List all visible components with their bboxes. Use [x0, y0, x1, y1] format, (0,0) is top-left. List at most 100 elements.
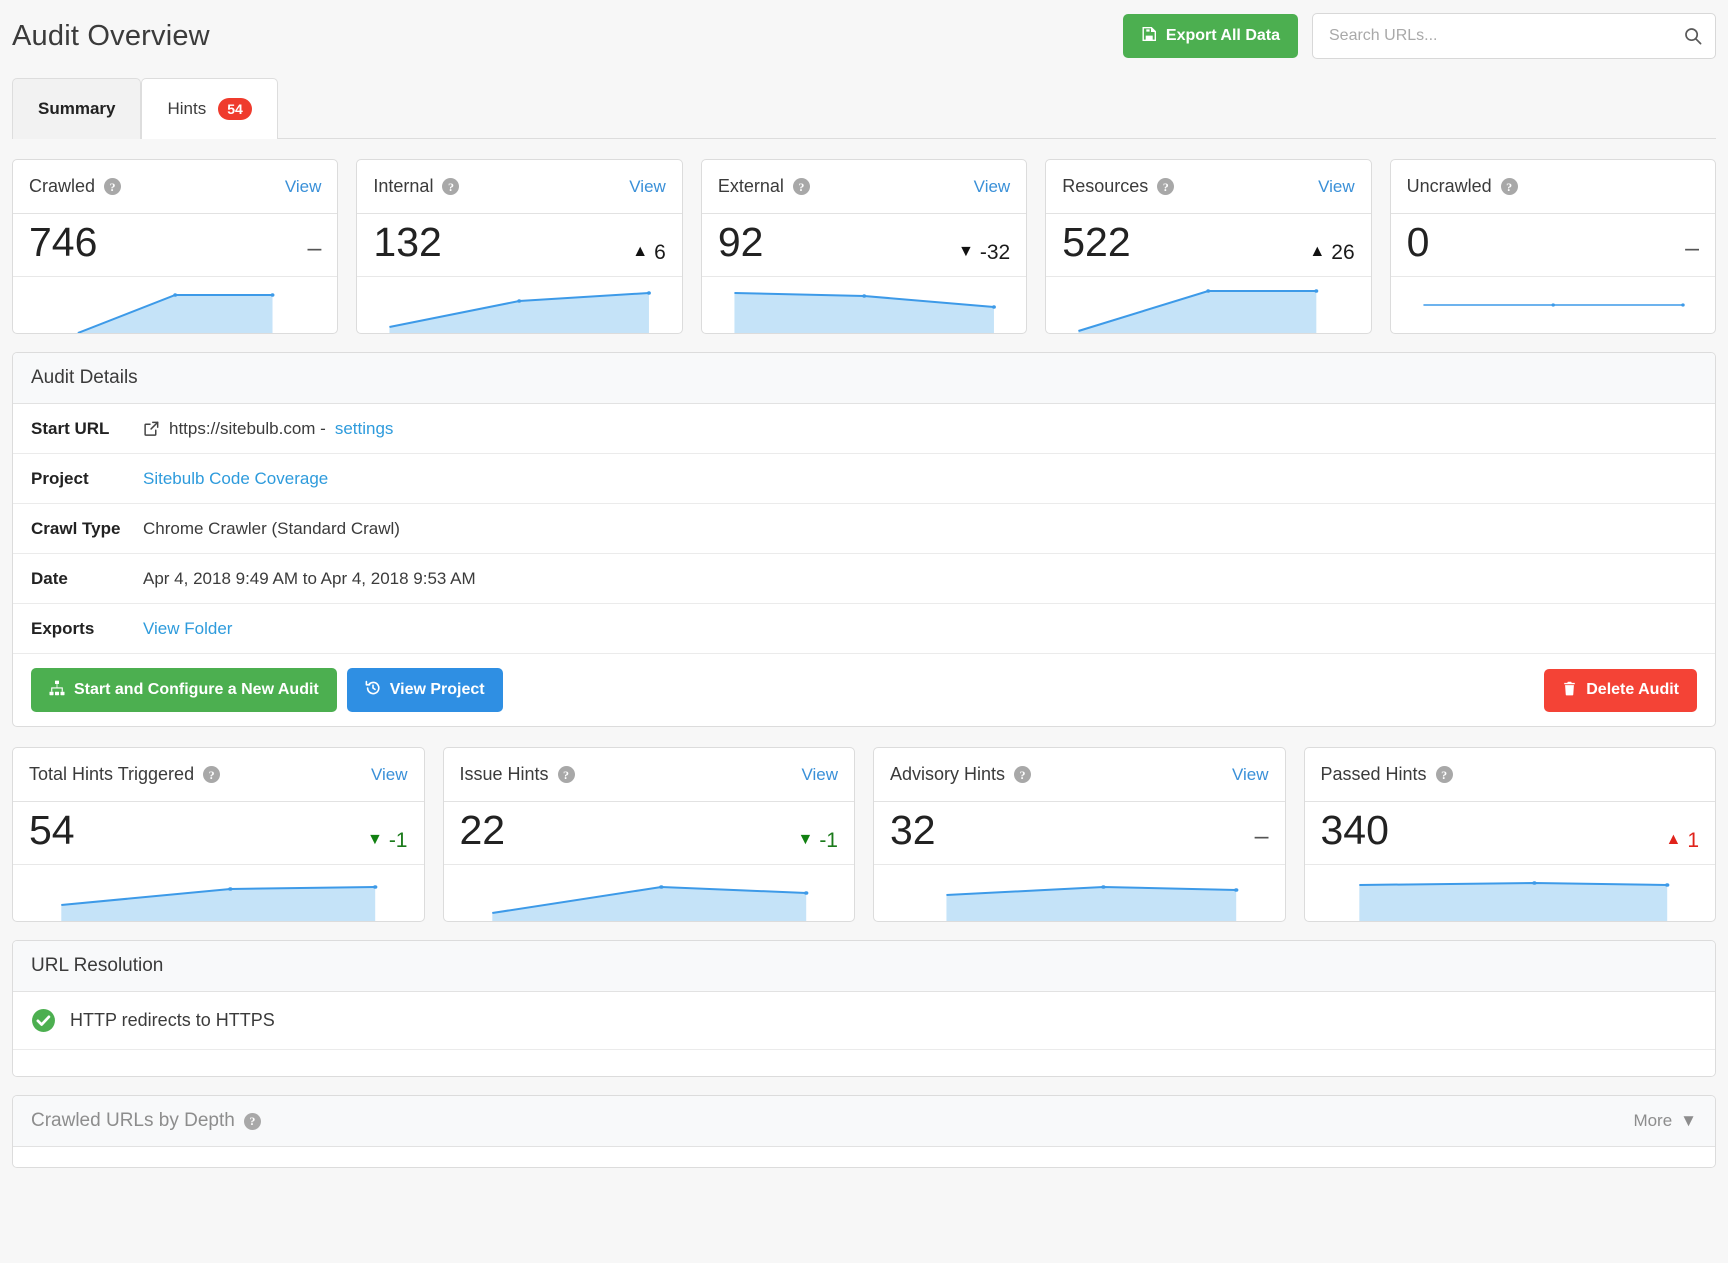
card-header: Crawled ? View: [13, 160, 337, 214]
metric-card-uncrawled-delta: –: [1685, 236, 1699, 261]
export-all-data-label: Export All Data: [1166, 28, 1280, 44]
hint-card-advisory-value: 32: [890, 808, 936, 853]
card-header: Issue Hints ? View: [444, 748, 855, 802]
search-container: [1312, 13, 1716, 59]
url-resolution-panel: URL Resolution HTTP redirects to HTTPS: [12, 940, 1716, 1077]
card-value: 0 –: [1391, 214, 1715, 277]
audit-overview-page: Audit Overview Export All Data: [0, 0, 1728, 1263]
hint-card-passed-title: Passed Hints: [1321, 764, 1427, 785]
hint-card-total-value: 54: [29, 808, 75, 853]
view-link-crawled[interactable]: View: [285, 177, 322, 197]
metric-card-internal-value: 132: [373, 220, 441, 265]
card-header: Total Hints Triggered ? View: [13, 748, 424, 802]
url-resolution-status-text: HTTP redirects to HTTPS: [70, 1010, 275, 1031]
url-resolution-filler: [13, 1050, 1715, 1076]
view-folder-link[interactable]: View Folder: [143, 619, 232, 639]
help-icon[interactable]: ?: [1436, 766, 1453, 783]
help-icon[interactable]: ?: [104, 178, 121, 195]
crawled-urls-by-depth-body: [13, 1147, 1715, 1167]
metric-card-external-value: 92: [718, 220, 764, 265]
help-icon[interactable]: ?: [203, 766, 220, 783]
url-resolution-title: URL Resolution: [31, 955, 163, 977]
hints-badge: 54: [218, 98, 252, 120]
delta-value: 26: [1331, 242, 1354, 263]
audit-details-header: Audit Details: [13, 353, 1715, 404]
help-icon[interactable]: ?: [1014, 766, 1031, 783]
metric-card-uncrawled: Uncrawled ? 0 –: [1390, 159, 1716, 334]
help-icon[interactable]: ?: [558, 766, 575, 783]
top-bar: Audit Overview Export All Data: [0, 0, 1728, 62]
delta-value: -1: [819, 830, 838, 851]
tab-hints-label: Hints: [167, 99, 206, 119]
save-icon: [1141, 26, 1157, 46]
crawled-urls-by-depth-panel: Crawled URLs by Depth ? More ▼: [12, 1095, 1716, 1168]
metric-card-internal-delta: ▲ 6: [632, 242, 666, 263]
detail-label: Exports: [31, 619, 143, 639]
metric-card-resources: Resources ? View 522 ▲ 26: [1045, 159, 1371, 334]
sparkline-uncrawled: [1391, 277, 1715, 333]
card-header: Uncrawled ?: [1391, 160, 1715, 214]
detail-row-exports: Exports View Folder: [13, 604, 1715, 654]
metric-card-internal-title: Internal: [373, 176, 433, 197]
hint-card-total-hints-triggered: Total Hints Triggered ? View 54 ▼ -1: [12, 747, 425, 922]
check-circle-icon: [31, 1008, 56, 1033]
delta-value: 1: [1687, 830, 1699, 851]
search-icon[interactable]: [1684, 27, 1702, 45]
search-input[interactable]: [1312, 13, 1716, 59]
tab-bar: Summary Hints 54: [12, 78, 1716, 139]
triangle-down-icon: ▼: [958, 244, 974, 260]
sparkline-crawled: [13, 277, 337, 333]
detail-label: Project: [31, 469, 143, 489]
card-header: Advisory Hints ? View: [874, 748, 1285, 802]
hint-card-passed-hints: Passed Hints ? 340 ▲ 1: [1304, 747, 1717, 922]
sparkline-advisory-hints: [874, 865, 1285, 921]
export-all-data-button[interactable]: Export All Data: [1123, 14, 1298, 58]
audit-details-panel: Audit Details Start URL https://sitebulb…: [12, 352, 1716, 727]
tab-summary[interactable]: Summary: [12, 78, 141, 139]
metric-card-crawled-title: Crawled: [29, 176, 95, 197]
tab-summary-label: Summary: [38, 99, 115, 119]
detail-label: Crawl Type: [31, 519, 143, 539]
sparkline-issue-hints: [444, 865, 855, 921]
external-link-icon[interactable]: [143, 420, 160, 437]
top-bar-actions: Export All Data: [1123, 13, 1716, 59]
card-value: 54 ▼ -1: [13, 802, 424, 865]
delete-audit-button[interactable]: Delete Audit: [1544, 669, 1697, 712]
card-value: 92 ▼ -32: [702, 214, 1026, 277]
help-icon[interactable]: ?: [244, 1113, 261, 1130]
view-link-internal[interactable]: View: [629, 177, 666, 197]
settings-link[interactable]: settings: [335, 419, 394, 439]
project-link[interactable]: Sitebulb Code Coverage: [143, 469, 328, 489]
detail-row-date: Date Apr 4, 2018 9:49 AM to Apr 4, 2018 …: [13, 554, 1715, 604]
hint-card-passed-delta: ▲ 1: [1665, 830, 1699, 851]
help-icon[interactable]: ?: [1501, 178, 1518, 195]
trash-icon: [1562, 681, 1577, 700]
help-icon[interactable]: ?: [1157, 178, 1174, 195]
view-link-external[interactable]: View: [974, 177, 1011, 197]
triangle-up-icon: ▲: [1665, 832, 1681, 848]
detail-label: Date: [31, 569, 143, 589]
view-link-resources[interactable]: View: [1318, 177, 1355, 197]
metric-cards-row: Crawled ? View 746 –: [12, 159, 1716, 334]
metric-card-resources-value: 522: [1062, 220, 1130, 265]
card-value: 32 –: [874, 802, 1285, 865]
card-value: 132 ▲ 6: [357, 214, 681, 277]
delta-value: 6: [654, 242, 666, 263]
view-project-button[interactable]: View Project: [347, 668, 503, 712]
detail-label: Start URL: [31, 419, 143, 439]
view-link-issue-hints[interactable]: View: [801, 765, 838, 785]
metric-card-crawled-value: 746: [29, 220, 97, 265]
start-new-audit-button[interactable]: Start and Configure a New Audit: [31, 668, 337, 712]
tab-hints[interactable]: Hints 54: [141, 78, 277, 139]
audit-actions-row: Start and Configure a New Audit View Pro…: [13, 654, 1715, 726]
more-dropdown[interactable]: More ▼: [1633, 1111, 1697, 1131]
history-icon: [365, 680, 381, 700]
view-link-advisory-hints[interactable]: View: [1232, 765, 1269, 785]
view-link-total-hints[interactable]: View: [371, 765, 408, 785]
card-header: Passed Hints ?: [1305, 748, 1716, 802]
help-icon[interactable]: ?: [442, 178, 459, 195]
help-icon[interactable]: ?: [793, 178, 810, 195]
hint-card-issue-value: 22: [460, 808, 506, 853]
hint-card-issue-hints: Issue Hints ? View 22 ▼ -1: [443, 747, 856, 922]
detail-row-crawl-type: Crawl Type Chrome Crawler (Standard Craw…: [13, 504, 1715, 554]
